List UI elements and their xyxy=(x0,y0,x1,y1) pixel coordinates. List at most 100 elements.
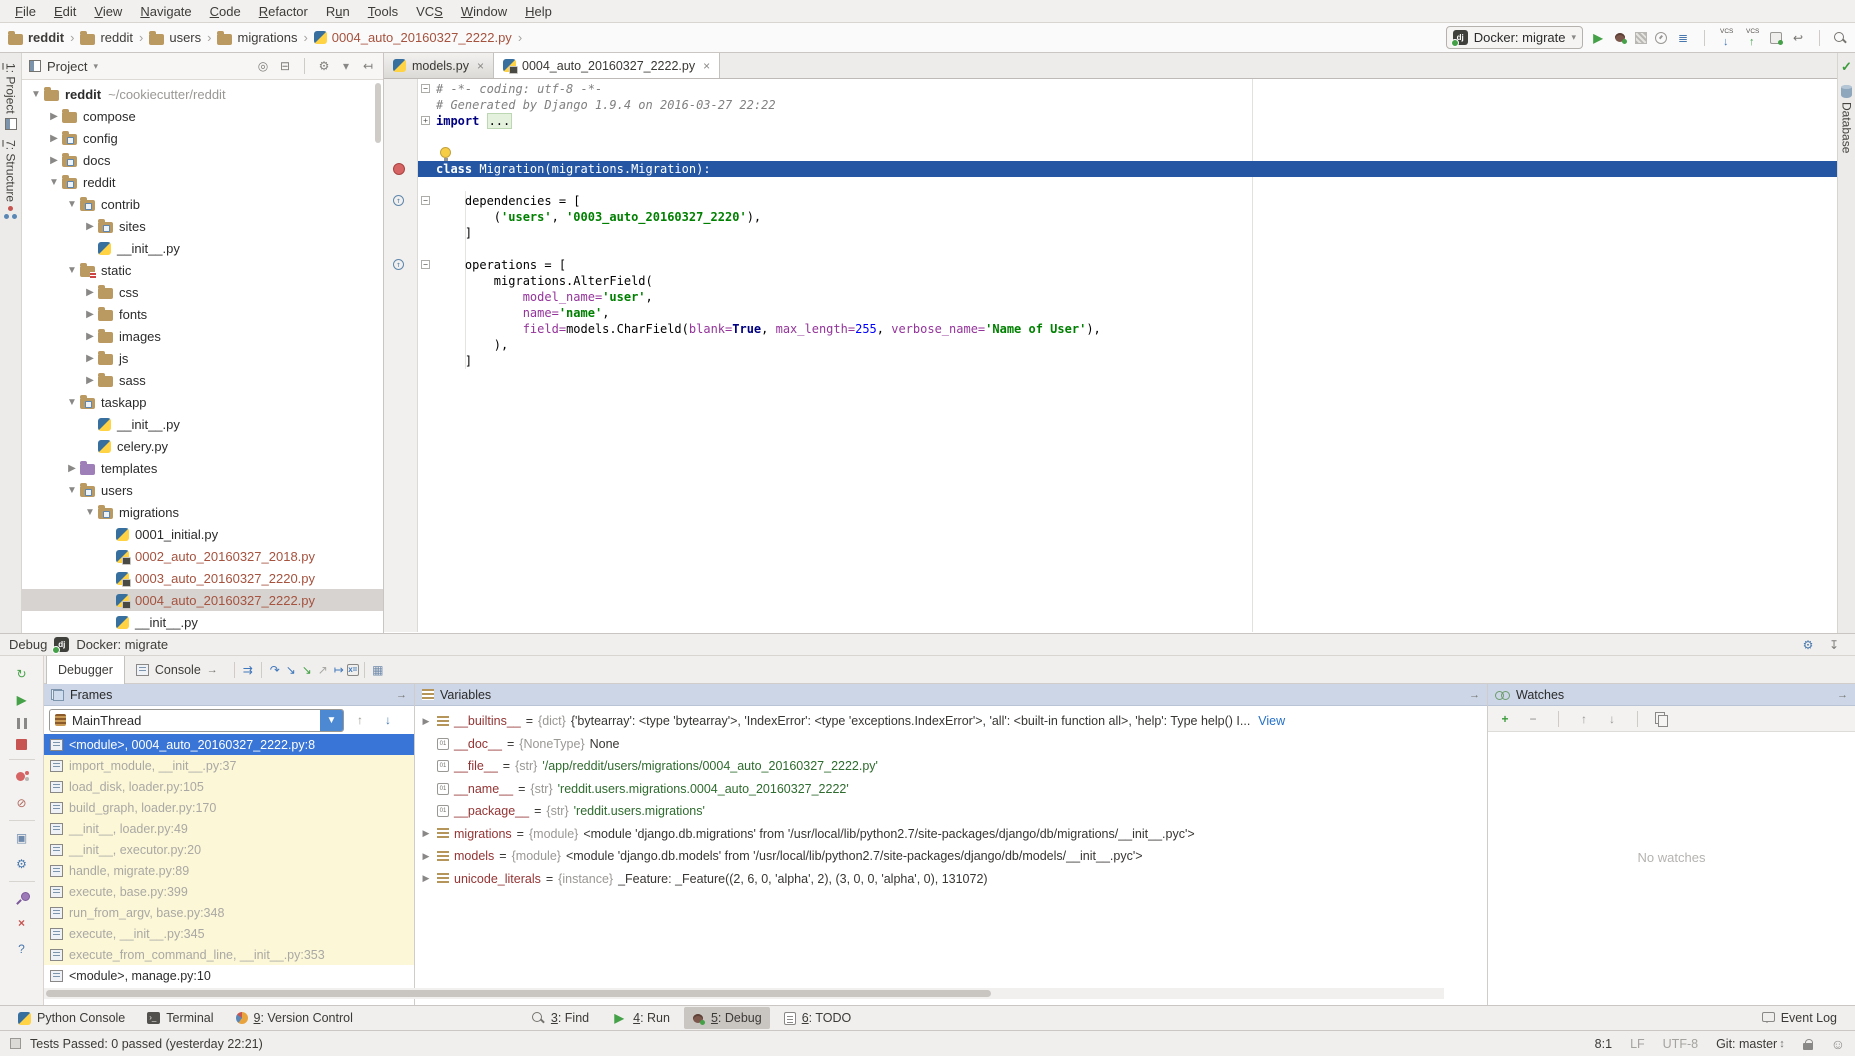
help-icon[interactable]: ? xyxy=(14,941,30,957)
breadcrumb-item[interactable]: 0004_auto_20160327_2222.py xyxy=(314,30,512,45)
settings-gear-icon[interactable]: ⚙ xyxy=(14,856,30,872)
bug-icon[interactable] xyxy=(1614,31,1627,44)
menu-tools[interactable]: Tools xyxy=(359,2,407,21)
project-tree-scrollbar[interactable] xyxy=(375,83,381,143)
tree-toggle-icon[interactable]: ▶ xyxy=(82,287,98,298)
restore-layout-icon[interactable]: ▣ xyxy=(14,830,30,846)
float-panel-icon[interactable]: → xyxy=(1469,689,1480,701)
frame-row[interactable]: execute_from_command_line, __init__.py:3… xyxy=(44,944,414,965)
close-tab-icon[interactable]: × xyxy=(703,59,710,73)
editor-tab-0004_auto_20160327_2222-py[interactable]: 0004_auto_20160327_2222.py× xyxy=(494,53,720,78)
frame-row[interactable]: execute, base.py:399 xyxy=(44,881,414,902)
float-panel-icon[interactable]: → xyxy=(396,689,407,701)
tree-item-0002_auto_20160327_2018-py[interactable]: 0002_auto_20160327_2018.py xyxy=(22,545,383,567)
view-table-icon[interactable]: ▦ xyxy=(370,662,386,678)
up-gray-icon[interactable]: ↑ xyxy=(1576,711,1592,727)
breadcrumb-item[interactable]: reddit xyxy=(8,30,64,45)
breadcrumb-item[interactable]: migrations xyxy=(217,30,297,45)
tree-toggle-icon[interactable]: ▶ xyxy=(82,353,98,364)
search-icon[interactable] xyxy=(1833,31,1847,45)
tab-console[interactable]: Console→ xyxy=(125,656,229,684)
tree-item-migrations[interactable]: ▼migrations xyxy=(22,501,383,523)
tree-toggle-icon[interactable]: ▶ xyxy=(46,133,62,144)
override-marker-icon[interactable]: ↑ xyxy=(393,195,404,206)
tool-window-button-database[interactable]: Database xyxy=(1838,85,1855,153)
tool-window-button-python-console[interactable]: Python Console xyxy=(10,1008,133,1028)
locate-icon[interactable]: ◎ xyxy=(255,58,271,74)
frame-row[interactable]: import_module, __init__.py:37 xyxy=(44,755,414,776)
vcs-up-icon[interactable] xyxy=(1744,30,1762,46)
tree-toggle-icon[interactable]: ▼ xyxy=(28,89,44,100)
variable-row[interactable]: __package__={str}'reddit.users.migration… xyxy=(415,800,1487,823)
code-fold-icon[interactable]: + xyxy=(421,116,430,125)
debug-horizontal-scrollbar[interactable] xyxy=(44,988,1444,999)
tree-toggle-icon[interactable]: ▼ xyxy=(64,485,80,496)
vcs-branch-widget[interactable]: Git: master ↕ xyxy=(1716,1037,1785,1051)
rerun-icon[interactable]: ↻ xyxy=(14,666,30,682)
remove-icon[interactable]: − xyxy=(1525,711,1541,727)
tree-toggle-icon[interactable]: ▶ xyxy=(64,463,80,474)
frame-row[interactable]: load_disk, loader.py:105 xyxy=(44,776,414,797)
thread-selector[interactable]: MainThread ▼ xyxy=(49,709,344,732)
variable-row[interactable]: __file__={str}'/app/reddit/users/migrati… xyxy=(415,755,1487,778)
variable-row[interactable]: ▶models={module}<module 'django.db.model… xyxy=(415,845,1487,868)
tree-toggle-icon[interactable]: ▶ xyxy=(82,221,98,232)
commit-icon[interactable] xyxy=(1770,32,1782,44)
breakpoint-icon[interactable] xyxy=(393,163,405,175)
coverage-icon[interactable] xyxy=(1635,32,1647,44)
undo-icon[interactable]: ↩ xyxy=(1790,30,1806,46)
float-panel-icon[interactable]: → xyxy=(1837,689,1848,701)
menu-view[interactable]: View xyxy=(85,2,131,21)
tool-window-button-9-version-control[interactable]: 9: Version Control xyxy=(228,1008,361,1028)
tree-item-taskapp[interactable]: ▼taskapp xyxy=(22,391,383,413)
code-fold-icon[interactable]: − xyxy=(421,196,430,205)
menu-help[interactable]: Help xyxy=(516,2,561,21)
tree-toggle-icon[interactable]: ▶ xyxy=(82,375,98,386)
tool-window-button-1-project[interactable]: 1: Project xyxy=(0,63,21,130)
down-blue-icon[interactable]: ↓ xyxy=(380,712,396,728)
step-into-icon[interactable]: ↘ xyxy=(283,662,299,678)
thread-dropdown-button[interactable]: ▼ xyxy=(320,709,343,732)
tree-item-celery-py[interactable]: celery.py xyxy=(22,435,383,457)
step-into-my-icon[interactable]: ↘ xyxy=(299,662,315,678)
tree-item-templates[interactable]: ▶templates xyxy=(22,457,383,479)
tree-item-0001_initial-py[interactable]: 0001_initial.py xyxy=(22,523,383,545)
editor-gutter[interactable]: ↑↑ xyxy=(384,79,418,632)
tool-window-button-4-run[interactable]: ▶4: Run xyxy=(603,1007,678,1029)
tree-item-sites[interactable]: ▶sites xyxy=(22,215,383,237)
variable-row[interactable]: ▶unicode_literals={instance}_Feature: _F… xyxy=(415,868,1487,891)
hector-icon[interactable]: ☺ xyxy=(1831,1036,1845,1052)
tab-debugger[interactable]: Debugger xyxy=(46,656,125,684)
expand-icon[interactable]: ▶ xyxy=(420,828,432,839)
tree-toggle-icon[interactable]: ▶ xyxy=(46,155,62,166)
breadcrumb-item[interactable]: users xyxy=(149,30,201,45)
collapse-icon[interactable]: ⊟ xyxy=(277,58,293,74)
down-gray-icon[interactable]: ↓ xyxy=(1604,711,1620,727)
gear-blue-icon[interactable]: ⚙ xyxy=(1800,637,1816,653)
tool-window-button-7-structure[interactable]: 7: Structure xyxy=(0,140,21,219)
hide-icon[interactable]: ↤ xyxy=(360,58,376,74)
expand-icon[interactable]: ▶ xyxy=(420,716,432,727)
expand-icon[interactable]: ▶ xyxy=(420,873,432,884)
editor-tab-models-py[interactable]: models.py× xyxy=(384,53,494,78)
frame-row[interactable]: execute, __init__.py:345 xyxy=(44,923,414,944)
chevron-down-icon[interactable]: ▾ xyxy=(93,61,98,72)
tree-item-fonts[interactable]: ▶fonts xyxy=(22,303,383,325)
tree-toggle-icon[interactable]: ▶ xyxy=(82,309,98,320)
tree-item-0004_auto_20160327_2222-py[interactable]: 0004_auto_20160327_2222.py xyxy=(22,589,383,611)
evaluate-icon[interactable] xyxy=(347,664,359,676)
menu-vcs[interactable]: VCS xyxy=(407,2,452,21)
tree-toggle-icon[interactable]: ▼ xyxy=(64,265,80,276)
pin-icon[interactable] xyxy=(15,891,29,905)
lock-icon[interactable] xyxy=(1803,1038,1813,1050)
line-ending-indicator[interactable]: LF xyxy=(1630,1037,1645,1051)
override-marker-icon[interactable]: ↑ xyxy=(393,259,404,270)
tree-item-reddit[interactable]: ▼reddit~/cookiecutter/reddit xyxy=(22,83,383,105)
tree-item-__init__-py[interactable]: __init__.py xyxy=(22,611,383,633)
variable-row[interactable]: __doc__={NoneType}None xyxy=(415,733,1487,756)
tree-toggle-icon[interactable]: ▶ xyxy=(46,111,62,122)
hide-down-icon[interactable]: ↧ xyxy=(1826,637,1842,653)
frame-row[interactable]: <module>, manage.py:10 xyxy=(44,965,414,986)
tree-toggle-icon[interactable]: ▼ xyxy=(64,199,80,210)
menu-edit[interactable]: Edit xyxy=(45,2,85,21)
